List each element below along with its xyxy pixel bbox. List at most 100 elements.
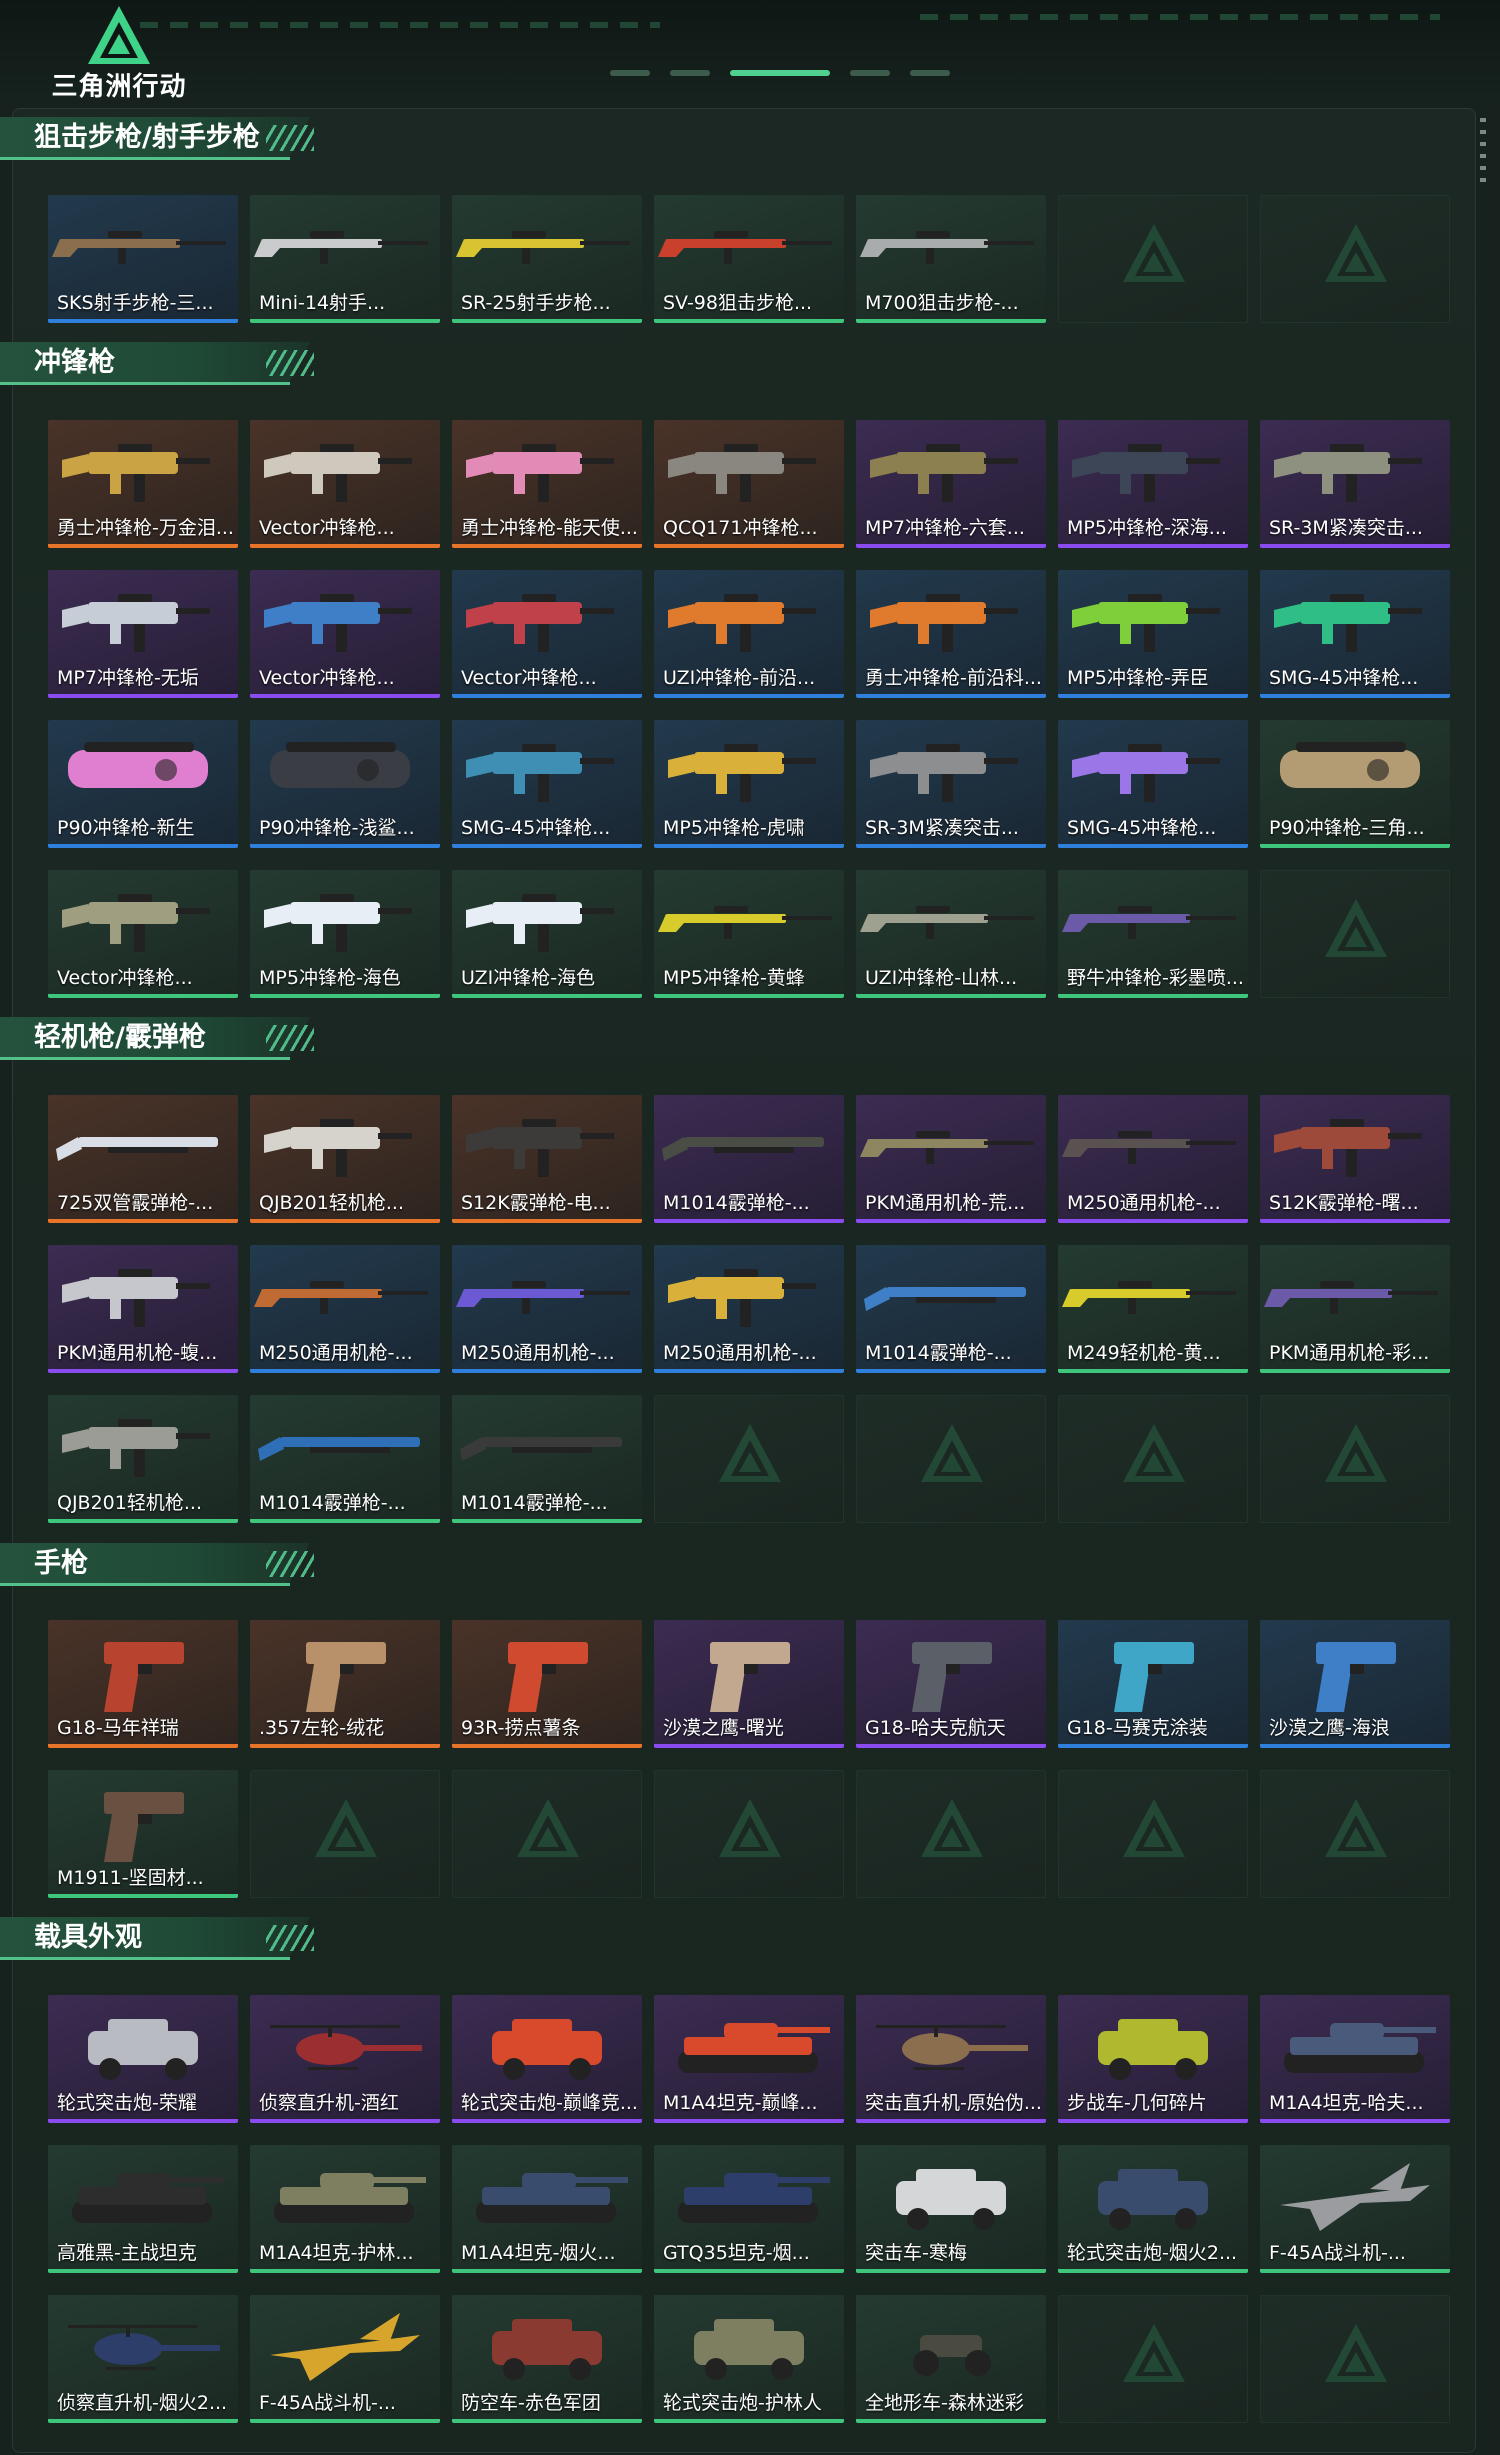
skin-card[interactable]: Vector冲锋枪... [250,570,440,698]
skin-card[interactable]: 勇士冲锋枪-前沿科... [856,570,1046,698]
skin-card[interactable]: M1A4坦克-巅峰... [654,1995,844,2123]
skin-card[interactable]: SMG-45冲锋枪... [452,720,642,848]
rarity-bar [654,994,844,998]
skin-card[interactable]: G18-马赛克涂装 [1058,1620,1248,1748]
skin-card[interactable]: SMG-45冲锋枪... [1260,570,1450,698]
rarity-bar [250,2269,440,2273]
skin-card[interactable]: MP5冲锋枪-深海... [1058,420,1248,548]
rarity-bar [856,1219,1046,1223]
skin-card[interactable]: S12K霰弹枪-曙... [1260,1095,1450,1223]
skin-card[interactable]: Vector冲锋枪... [48,870,238,998]
skin-name: 725双管霰弹枪-... [57,1192,214,1214]
skin-card[interactable]: M1A4坦克-烟火... [452,2145,642,2273]
skin-card[interactable]: MP5冲锋枪-虎啸 [654,720,844,848]
skin-card[interactable]: .357左轮-绒花 [250,1620,440,1748]
skin-card[interactable]: M1911-坚固材... [48,1770,238,1898]
skin-card[interactable]: SMG-45冲锋枪... [1058,720,1248,848]
skin-card[interactable]: MP5冲锋枪-黄蜂 [654,870,844,998]
delta-watermark-icon [1123,224,1185,282]
skin-card[interactable]: 突击直升机-原始伪... [856,1995,1046,2123]
skin-card[interactable]: MP5冲锋枪-海色 [250,870,440,998]
skin-card[interactable]: MP7冲锋枪-无垢 [48,570,238,698]
skin-card[interactable]: UZI冲锋枪-前沿... [654,570,844,698]
skin-card[interactable]: SR-25射手步枪... [452,195,642,323]
skin-card[interactable]: P90冲锋枪-浅鲨... [250,720,440,848]
skin-card[interactable]: PKM通用机枪-荒... [856,1095,1046,1223]
skin-card[interactable]: M700狙击步枪-... [856,195,1046,323]
skin-name: 轮式突击炮-荣耀 [57,2092,197,2114]
skin-card[interactable]: M249轻机枪-黄... [1058,1245,1248,1373]
skin-card[interactable]: P90冲锋枪-新生 [48,720,238,848]
skin-card[interactable]: M250通用机枪-... [452,1245,642,1373]
skin-card[interactable]: M1A4坦克-护林... [250,2145,440,2273]
skin-card[interactable]: Vector冲锋枪... [452,570,642,698]
skin-card[interactable]: QCQ171冲锋枪... [654,420,844,548]
skin-card[interactable]: 93R-捞点薯条 [452,1620,642,1748]
skin-card[interactable]: G18-哈夫克航天 [856,1620,1046,1748]
logo-text: 三角洲行动 [51,72,187,102]
skin-card[interactable]: M1014霰弹枪-... [250,1395,440,1523]
skin-card[interactable]: 轮式突击炮-荣耀 [48,1995,238,2123]
skin-card[interactable]: M250通用机枪-... [1058,1095,1248,1223]
skin-card[interactable]: P90冲锋枪-三角... [1260,720,1450,848]
skin-card[interactable]: UZI冲锋枪-海色 [452,870,642,998]
skin-card[interactable]: 侦察直升机-酒红 [250,1995,440,2123]
skin-card[interactable]: 沙漠之鹰-曙光 [654,1620,844,1748]
scroll-indicator[interactable] [1480,118,1486,188]
empty-slot [856,1395,1046,1523]
skin-card[interactable]: M250通用机枪-... [654,1245,844,1373]
skin-card[interactable]: 轮式突击炮-护林人 [654,2295,844,2423]
skin-card[interactable]: MP7冲锋枪-六套... [856,420,1046,548]
skin-card[interactable]: QJB201轻机枪... [48,1395,238,1523]
skin-card[interactable]: 突击车-寒梅 [856,2145,1046,2273]
skin-card[interactable]: 野牛冲锋枪-彩墨喷... [1058,870,1248,998]
skin-name: M1014霰弹枪-... [461,1492,608,1514]
skin-card[interactable]: UZI冲锋枪-山林... [856,870,1046,998]
skin-card[interactable]: M250通用机枪-... [250,1245,440,1373]
delta-watermark-icon [517,1799,579,1857]
skin-card[interactable]: Mini-14射手... [250,195,440,323]
skin-card[interactable]: S12K霰弹枪-电... [452,1095,642,1223]
skin-card[interactable]: G18-马年祥瑞 [48,1620,238,1748]
skin-card[interactable]: 防空车-赤色军团 [452,2295,642,2423]
skin-card[interactable]: 勇士冲锋枪-万金泪... [48,420,238,548]
rarity-bar [250,1369,440,1373]
rarity-bar [654,1369,844,1373]
rarity-bar [48,1894,238,1898]
skin-card[interactable]: GTQ35坦克-烟... [654,2145,844,2273]
skin-card[interactable]: M1A4坦克-哈夫... [1260,1995,1450,2123]
skin-card[interactable]: 步战车-几何碎片 [1058,1995,1248,2123]
rarity-bar [452,2419,642,2423]
rarity-bar [250,1519,440,1523]
skin-card[interactable]: 725双管霰弹枪-... [48,1095,238,1223]
skin-card[interactable]: F-45A战斗机-... [1260,2145,1450,2273]
skin-card[interactable]: PKM通用机枪-彩... [1260,1245,1450,1373]
skin-card[interactable]: M1014霰弹枪-... [452,1395,642,1523]
skin-card[interactable]: 侦察直升机-烟火2... [48,2295,238,2423]
skin-card[interactable]: SKS射手步枪-三... [48,195,238,323]
rarity-bar [250,1219,440,1223]
skin-card[interactable]: M1014霰弹枪-... [856,1245,1046,1373]
rarity-bar [250,1744,440,1748]
skin-card[interactable]: 轮式突击炮-烟火2... [1058,2145,1248,2273]
skin-card[interactable]: Vector冲锋枪... [250,420,440,548]
skin-name: M1A4坦克-护林... [259,2242,414,2264]
skin-card[interactable]: 全地形车-森林迷彩 [856,2295,1046,2423]
skin-name: F-45A战斗机-... [259,2392,396,2414]
skin-name: Mini-14射手... [259,292,386,314]
skin-card[interactable]: 勇士冲锋枪-能天使... [452,420,642,548]
skin-card[interactable]: SR-3M紧凑突击... [856,720,1046,848]
section-header-hatch [266,1551,314,1577]
skin-card[interactable]: M1014霰弹枪-... [654,1095,844,1223]
skin-card[interactable]: 沙漠之鹰-海浪 [1260,1620,1450,1748]
skin-card[interactable]: MP5冲锋枪-弄臣 [1058,570,1248,698]
skin-card[interactable]: PKM通用机枪-蝮... [48,1245,238,1373]
skin-card[interactable]: F-45A战斗机-... [250,2295,440,2423]
skin-name: M250通用机枪-... [259,1342,413,1364]
skin-name: 勇士冲锋枪-前沿科... [865,667,1041,689]
skin-card[interactable]: QJB201轻机枪... [250,1095,440,1223]
skin-card[interactable]: 高雅黑-主战坦克 [48,2145,238,2273]
skin-card[interactable]: 轮式突击炮-巅峰竞... [452,1995,642,2123]
skin-card[interactable]: SV-98狙击步枪... [654,195,844,323]
skin-card[interactable]: SR-3M紧凑突击... [1260,420,1450,548]
